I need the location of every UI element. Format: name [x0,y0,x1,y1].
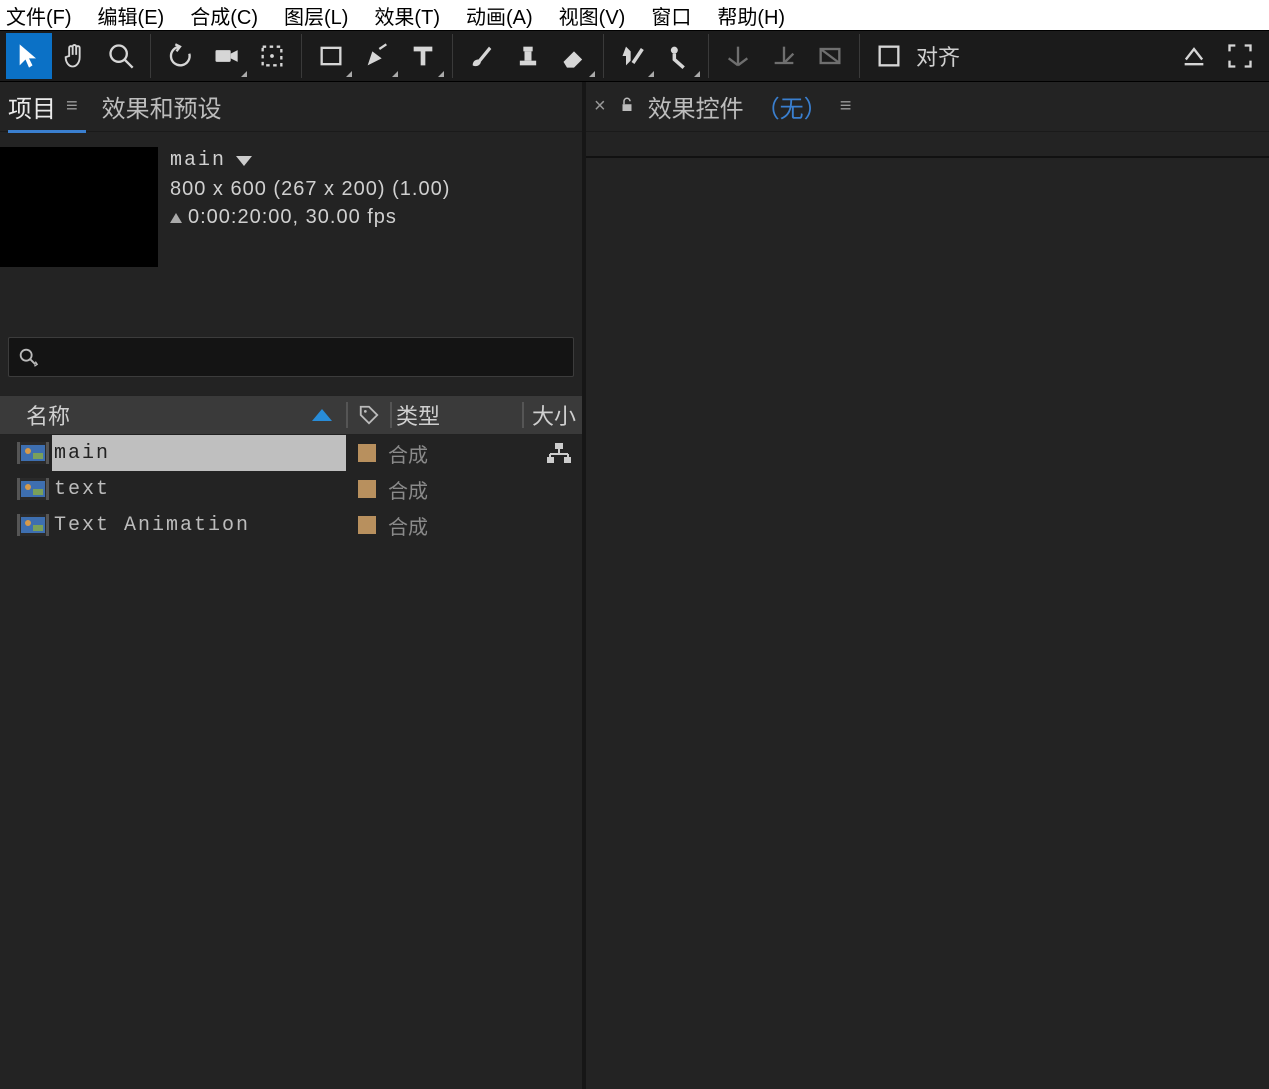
zoom-tool[interactable] [98,33,144,79]
tag-icon [358,404,380,426]
comp-dimensions: 800 x 600 (267 x 200) (1.00) [170,175,450,203]
asset-table-header: 名称 类型 大小 [0,395,582,435]
right-tab-bar: × 效果控件 （无） ≡ [586,82,1269,132]
snap-align-group: 对齐 [866,33,960,79]
asset-row[interactable]: text 合成 [0,471,582,507]
tab-effects-presets[interactable]: 效果和预设 [102,89,222,124]
panel-menu-icon[interactable]: ≡ [840,95,852,118]
asset-name: text [52,471,346,507]
brush-tool[interactable] [459,33,505,79]
snap-toggle[interactable] [866,33,912,79]
effect-controls-title: 效果控件 [648,89,744,124]
camera-tool[interactable] [203,33,249,79]
asset-name: main [52,435,346,471]
selection-tool[interactable] [6,33,52,79]
delta-icon [170,213,182,223]
chevron-down-icon[interactable] [236,156,252,166]
sort-asc-icon [312,409,332,421]
orbit-tool[interactable] [157,33,203,79]
effect-controls-panel: × 效果控件 （无） ≡ [586,82,1269,1089]
project-search-input[interactable] [45,347,565,368]
panel-menu-icon[interactable]: ≡ [66,95,78,118]
hand-tool[interactable] [52,33,98,79]
tab-project[interactable]: 项目 ≡ [8,89,78,124]
asset-row[interactable]: main 合成 [0,435,582,471]
left-tab-bar: 项目 ≡ 效果和预设 [0,82,582,132]
text-tool[interactable] [400,33,446,79]
rectangle-tool[interactable] [308,33,354,79]
column-size[interactable]: 大小 [524,399,582,431]
clone-stamp-tool[interactable] [505,33,551,79]
menu-effect[interactable]: 效果(T) [374,1,440,30]
tab-effects-presets-label: 效果和预设 [102,89,222,124]
pan-behind-tool[interactable] [249,33,295,79]
comp-icon [0,435,52,471]
view-axis-tool[interactable] [807,33,853,79]
asset-type: 合成 [388,439,518,468]
asset-tag[interactable] [346,444,388,462]
asset-type: 合成 [388,475,518,504]
flowchart-icon[interactable] [518,442,582,464]
effect-controls-body [586,156,1269,1089]
menu-window[interactable]: 窗口 [651,1,691,30]
lock-icon[interactable] [618,93,636,121]
comp-name-row[interactable]: main [170,147,450,175]
search-help-tool[interactable] [1171,33,1217,79]
asset-type: 合成 [388,511,518,540]
puppet-pin-tool[interactable] [656,33,702,79]
maximize-frame-tool[interactable] [1217,33,1263,79]
asset-row[interactable]: Text Animation 合成 [0,507,582,543]
menu-file[interactable]: 文件(F) [6,1,72,30]
menu-layer[interactable]: 图层(L) [284,1,348,30]
align-label: 对齐 [916,40,960,72]
comp-info: main 800 x 600 (267 x 200) (1.00) 0:00:2… [0,133,582,273]
menu-bar: 文件(F) 编辑(E) 合成(C) 图层(L) 效果(T) 动画(A) 视图(V… [0,0,1269,30]
menu-comp[interactable]: 合成(C) [190,1,258,30]
tab-project-label: 项目 [8,89,56,124]
comp-icon [0,507,52,543]
comp-name: main [170,147,226,175]
project-search[interactable] [8,337,574,377]
world-axis-tool[interactable] [761,33,807,79]
roto-brush-tool[interactable] [610,33,656,79]
asset-table-body: main 合成 text 合成 Text Ani [0,435,582,1089]
pen-tool[interactable] [354,33,400,79]
tool-bar: 对齐 [0,30,1269,82]
column-name[interactable]: 名称 [0,399,346,431]
asset-tag[interactable] [346,516,388,534]
close-tab-icon[interactable]: × [594,95,606,118]
asset-name: Text Animation [52,507,346,543]
effect-controls-none: （无） [756,89,828,124]
menu-view[interactable]: 视图(V) [559,1,626,30]
menu-help[interactable]: 帮助(H) [717,1,785,30]
asset-tag[interactable] [346,480,388,498]
project-panel: 项目 ≡ 效果和预设 main 800 x 600 (267 x 200) (1… [0,82,586,1089]
menu-anim[interactable]: 动画(A) [466,1,533,30]
eraser-tool[interactable] [551,33,597,79]
column-type[interactable]: 类型 [392,399,522,431]
menu-edit[interactable]: 编辑(E) [98,1,165,30]
column-tag[interactable] [348,404,390,426]
comp-thumbnail[interactable] [0,147,158,267]
local-axis-tool[interactable] [715,33,761,79]
search-icon [17,346,39,368]
comp-duration-fps: 0:00:20:00, 30.00 fps [170,203,450,231]
comp-icon [0,471,52,507]
comp-meta: main 800 x 600 (267 x 200) (1.00) 0:00:2… [170,147,450,273]
